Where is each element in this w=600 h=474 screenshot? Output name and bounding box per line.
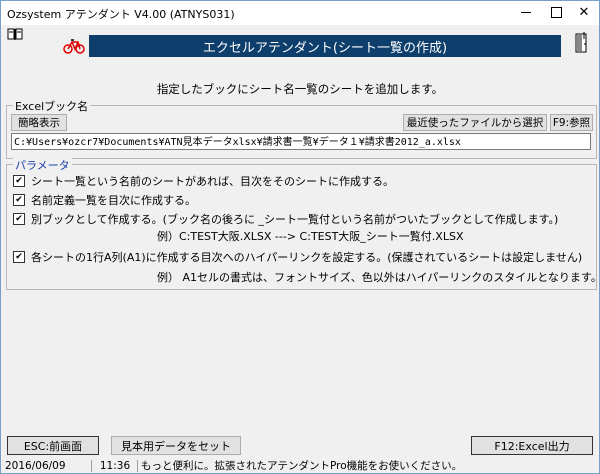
checkbox-icon[interactable]: ✔ xyxy=(13,213,25,225)
minimize-icon xyxy=(521,11,531,13)
close-button[interactable]: ✕ xyxy=(569,1,599,23)
status-divider xyxy=(137,460,138,472)
status-bar: 2016/06/09 11:36 もっと便利に。拡張されたアテンダントPro機能… xyxy=(1,459,599,473)
parameters-legend: パラメータ xyxy=(13,157,72,173)
status-time: 11:36 xyxy=(99,460,131,472)
recent-files-button[interactable]: 最近使ったファイルから選択 xyxy=(403,114,547,131)
example-hyperlink: 例） A1セルの書式は、フォントサイズ、色以外はハイパーリンクのスタイルとなりま… xyxy=(157,271,600,284)
maximize-button[interactable] xyxy=(541,1,571,23)
checkbox-icon[interactable]: ✔ xyxy=(13,194,25,206)
exit-door-icon[interactable] xyxy=(573,31,591,53)
option-hyperlink-checkbox[interactable]: ✔ 各シートの1行A列(A1)に作成する目次へのハイパーリンクを設定する。(保護… xyxy=(13,249,582,265)
option-label: 各シートの1行A列(A1)に作成する目次へのハイパーリンクを設定する。(保護され… xyxy=(31,251,583,264)
option-label: 別ブックとして作成する。(ブック名の後ろに _シート一覧付という名前がついたブッ… xyxy=(31,213,559,226)
bicycle-icon xyxy=(63,39,85,54)
checkbox-icon[interactable]: ✔ xyxy=(13,251,25,263)
file-path-input[interactable]: C:¥Users¥ozcr7¥Documents¥ATN見本データxlsx¥請求… xyxy=(11,133,591,150)
excel-book-group: Excelブック名 簡略表示 最近使ったファイルから選択 F9:参照 C:¥Us… xyxy=(6,98,597,159)
status-message: もっと便利に。拡張されたアテンダントPro機能をお使いください。 xyxy=(141,460,463,472)
browse-button[interactable]: F9:参照 xyxy=(550,114,593,131)
description-text: 指定したブックにシート名一覧のシートを追加します。 xyxy=(156,82,444,96)
option-label: シート一覧という名前のシートがあれば、目次をそのシートに作成する。 xyxy=(31,175,394,188)
title-bar: Ozsystem アテンダント V4.00 (ATNYS031) ✕ xyxy=(1,1,599,25)
book-icon[interactable] xyxy=(7,27,23,41)
header-banner: エクセルアテンダント(シート一覧の作成) xyxy=(89,35,561,57)
parameters-group: パラメータ ✔ シート一覧という名前のシートがあれば、目次をそのシートに作成する… xyxy=(6,157,600,290)
option-sheet-list-checkbox[interactable]: ✔ シート一覧という名前のシートがあれば、目次をそのシートに作成する。 xyxy=(13,173,394,189)
checkbox-icon[interactable]: ✔ xyxy=(13,175,25,187)
maximize-icon xyxy=(550,6,562,18)
short-display-button[interactable]: 簡略表示 xyxy=(11,114,67,131)
minimize-button[interactable] xyxy=(511,1,541,23)
option-label: 名前定義一覧を目次に作成する。 xyxy=(31,194,196,207)
status-divider xyxy=(91,460,92,472)
example-separate-book: 例）C:TEST大阪.XLSX ---> C:TEST大阪_シート一覧付.XLS… xyxy=(157,230,464,243)
option-separate-book-checkbox[interactable]: ✔ 別ブックとして作成する。(ブック名の後ろに _シート一覧付という名前がついた… xyxy=(13,211,558,227)
excel-book-legend: Excelブック名 xyxy=(13,98,91,114)
back-button[interactable]: ESC:前画面 xyxy=(7,436,99,455)
option-name-definitions-checkbox[interactable]: ✔ 名前定義一覧を目次に作成する。 xyxy=(13,192,196,208)
status-date: 2016/06/09 xyxy=(5,460,66,472)
excel-output-button[interactable]: F12:Excel出力 xyxy=(471,436,593,455)
window-title: Ozsystem アテンダント V4.00 (ATNYS031) xyxy=(7,8,235,21)
set-sample-data-button[interactable]: 見本用データをセット xyxy=(111,436,241,455)
main-window: Ozsystem アテンダント V4.00 (ATNYS031) ✕ エクセルア… xyxy=(0,0,600,474)
